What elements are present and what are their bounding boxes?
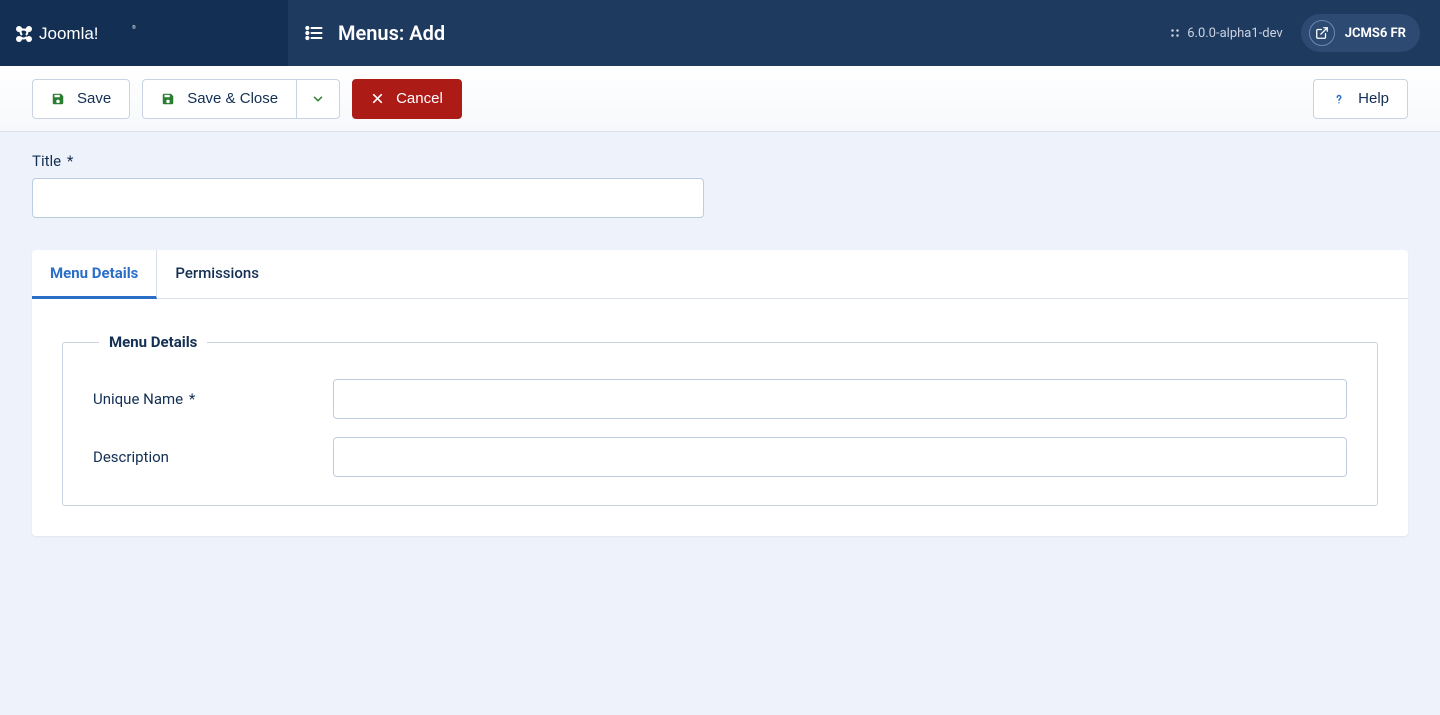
site-badge[interactable]: JCMS6 FR [1301,14,1420,52]
description-label: Description [93,448,333,466]
title-input[interactable] [32,178,704,218]
help-label: Help [1358,90,1389,107]
tab-permissions-label: Permissions [175,264,259,282]
top-bar-main: Menus: Add 6.0.0-alpha1-dev [288,0,1440,66]
required-indicator: * [67,152,73,170]
tab-details-label: Menu Details [50,264,138,282]
page-title: Menus: Add [338,21,445,45]
toolbar: Save Save & Close Cancel [0,66,1440,132]
content-area: Title * Menu Details Permissions Menu De… [0,132,1440,568]
section-legend: Menu Details [99,333,207,351]
help-button[interactable]: Help [1313,79,1408,119]
joomla-small-icon [1169,27,1181,39]
cancel-button[interactable]: Cancel [352,79,462,119]
save-dropdown-button[interactable] [296,79,340,119]
row-description: Description [93,437,1347,477]
save-button[interactable]: Save [32,79,130,119]
description-label-text: Description [93,448,169,466]
close-icon [371,92,384,105]
details-card: Menu Details Permissions Menu Details Un… [32,250,1408,536]
unique-name-input[interactable] [333,379,1347,419]
page-title-wrap: Menus: Add [304,21,445,45]
unique-name-label: Unique Name * [93,390,333,408]
svg-text:®: ® [132,24,136,31]
tab-menu-details[interactable]: Menu Details [32,250,157,299]
save-label: Save [77,90,111,107]
cancel-label: Cancel [396,90,443,107]
title-label-text: Title [32,152,61,170]
row-unique-name: Unique Name * [93,379,1347,419]
list-icon [304,23,324,43]
version-text: 6.0.0-alpha1-dev [1187,26,1282,41]
top-bar: Joomla! ® Menus: Add [0,0,1440,66]
tabs: Menu Details Permissions [32,250,1408,299]
save-close-button[interactable]: Save & Close [142,79,296,119]
chevron-down-icon [311,92,325,106]
site-name: JCMS6 FR [1345,26,1406,41]
toolbar-left: Save Save & Close Cancel [32,79,462,119]
toolbar-right: Help [1313,79,1408,119]
title-label: Title * [32,152,1408,170]
version-label[interactable]: 6.0.0-alpha1-dev [1169,26,1282,41]
menu-details-section: Menu Details Unique Name * Description [62,333,1378,506]
save-close-label: Save & Close [187,90,278,107]
unique-name-label-text: Unique Name [93,390,183,408]
save-icon [161,92,175,106]
joomla-logo-icon: Joomla! ® [10,18,140,48]
top-bar-right: 6.0.0-alpha1-dev JCMS6 FR [1169,14,1420,52]
external-link-icon [1309,20,1335,46]
brand-area[interactable]: Joomla! ® [0,0,288,66]
description-input[interactable] [333,437,1347,477]
help-icon [1332,90,1346,108]
save-icon [51,92,65,106]
tab-permissions[interactable]: Permissions [157,250,277,299]
save-close-group: Save & Close [142,79,340,119]
svg-text:Joomla!: Joomla! [39,24,99,43]
required-indicator: * [189,390,195,408]
